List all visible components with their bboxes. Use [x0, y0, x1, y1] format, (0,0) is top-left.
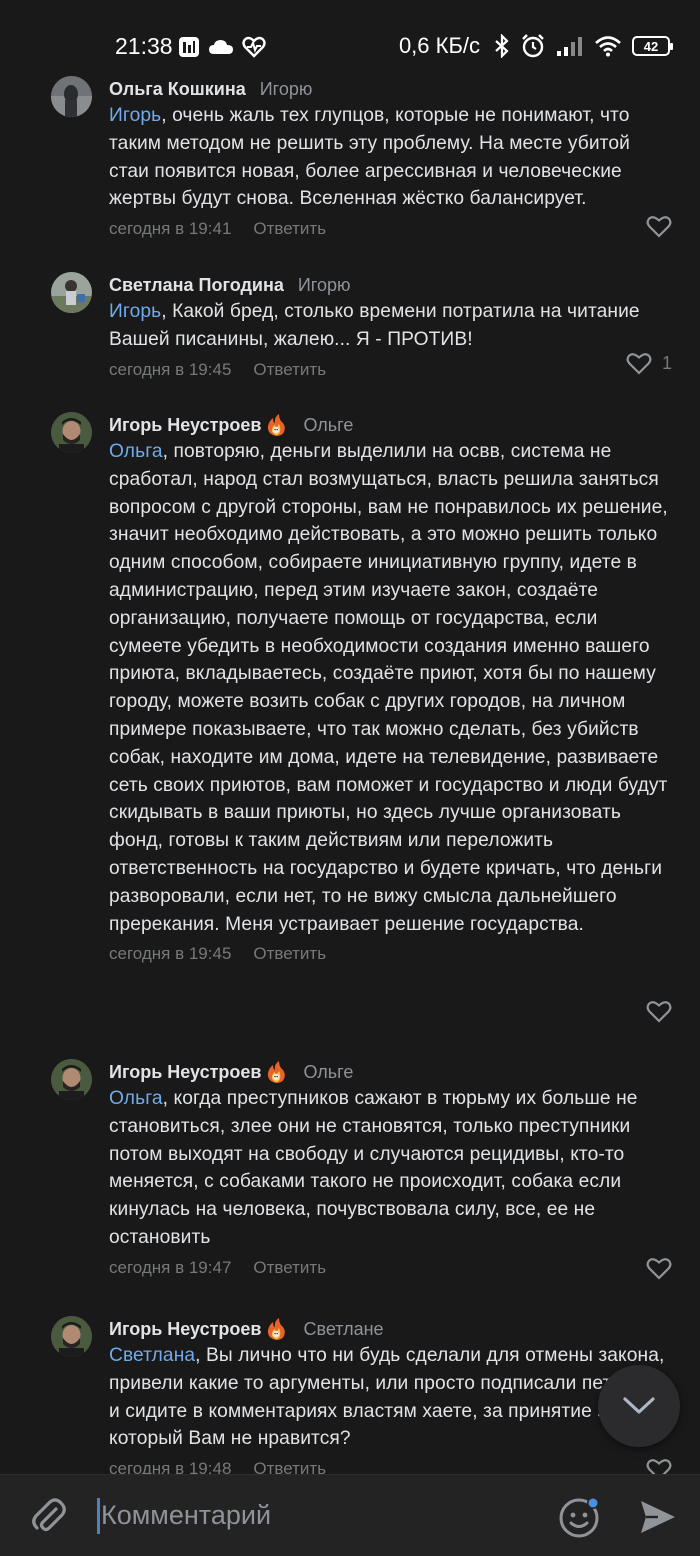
attach-button[interactable]: [28, 1495, 70, 1537]
comment-mention[interactable]: Ольга: [109, 1088, 163, 1109]
reply-button[interactable]: Ответить: [253, 944, 326, 964]
heart-icon: [626, 353, 652, 375]
bluetooth-icon: [495, 34, 509, 58]
like-button[interactable]: [646, 1257, 672, 1280]
comment-time: сегодня в 19:45: [109, 944, 232, 964]
fire-badge-icon: [268, 1061, 286, 1083]
send-icon: [641, 1501, 675, 1533]
chevron-down-icon: [623, 1397, 655, 1414]
network-speed: 0,6 КБ/с: [398, 33, 480, 58]
fire-badge-icon: [268, 414, 286, 436]
avatar[interactable]: [51, 272, 92, 313]
comment-reply-to: Игорю: [297, 274, 351, 295]
heart-icon: [646, 216, 672, 238]
heart-icon: [646, 1459, 672, 1474]
fire-badge-icon: [268, 1318, 286, 1340]
paperclip-icon: [32, 1498, 66, 1532]
like-button[interactable]: [646, 1000, 672, 1023]
comment-time: сегодня в 19:47: [109, 1257, 232, 1277]
alarm-icon: [522, 34, 544, 58]
heart-icon: [646, 1258, 672, 1280]
like-button[interactable]: [646, 1458, 672, 1474]
like-button[interactable]: 1: [626, 352, 672, 375]
wifi-icon: [595, 36, 621, 57]
smiley-icon: [559, 1497, 599, 1538]
signal-icon: [557, 37, 582, 56]
comment-author[interactable]: Игорь Неустроев: [109, 1319, 261, 1340]
comment-input[interactable]: [101, 1492, 531, 1538]
comment-reply-to: Ольге: [303, 1061, 354, 1082]
comment-reply-to: Игорю: [259, 78, 313, 99]
comment-composer: [0, 1474, 700, 1556]
comment-time: сегодня в 19:48: [109, 1459, 232, 1474]
status-time: 21:38: [115, 33, 173, 59]
avatar[interactable]: [51, 76, 92, 117]
comment-reply-to: Светлане: [303, 1318, 384, 1339]
heart-icon: [646, 1001, 672, 1023]
comment-author[interactable]: Светлана Погодина: [109, 275, 284, 296]
scroll-down-button[interactable]: [598, 1365, 680, 1447]
comment-author[interactable]: Игорь Неустроев: [109, 1062, 261, 1083]
comment-author[interactable]: Игорь Неустроев: [109, 415, 261, 436]
reply-button[interactable]: Ответить: [253, 360, 326, 380]
like-count: 1: [661, 353, 672, 373]
send-button[interactable]: [636, 1495, 680, 1539]
reply-button[interactable]: Ответить: [253, 1459, 326, 1474]
comment-text: Игорь, Какой бред, столько времени потра…: [109, 301, 640, 350]
comment-reply-to: Ольге: [303, 414, 354, 435]
comment-text: Игорь, очень жаль тех глупцов, которые н…: [109, 105, 630, 210]
reply-button[interactable]: Ответить: [253, 1258, 326, 1278]
comment-mention[interactable]: Ольга: [109, 441, 163, 462]
comment-text: Ольга, повторяю, деньги выделили на освв…: [109, 441, 668, 935]
heart-rate-icon: [242, 36, 266, 58]
comment-time: сегодня в 19:45: [109, 359, 232, 379]
text-caret: [97, 1498, 100, 1534]
comment-mention[interactable]: Игорь: [109, 301, 161, 322]
reply-button[interactable]: Ответить: [253, 219, 326, 239]
status-bar: 21:38 0,6 КБ/с 42: [0, 0, 700, 66]
comments-feed[interactable]: Ольга Кошкина Игорю Игорь, очень жаль те…: [0, 66, 700, 1474]
app-notification-icon: [179, 37, 199, 57]
comment-mention[interactable]: Светлана: [109, 1345, 195, 1366]
comment-text: Ольга, когда преступников сажают в тюрьм…: [109, 1088, 638, 1248]
cloud-icon: [209, 40, 233, 54]
battery-icon: 42: [632, 36, 673, 56]
comment-text: Светлана, Вы лично что ни будь сделали д…: [109, 1345, 665, 1450]
emoji-button[interactable]: [558, 1495, 602, 1539]
avatar[interactable]: [51, 1059, 92, 1100]
comment-author[interactable]: Ольга Кошкина: [109, 79, 246, 100]
like-button[interactable]: [646, 215, 672, 238]
avatar[interactable]: [51, 412, 92, 453]
comment-time: сегодня в 19:41: [109, 219, 232, 239]
comment-mention[interactable]: Игорь: [109, 105, 161, 126]
avatar[interactable]: [51, 1316, 92, 1357]
